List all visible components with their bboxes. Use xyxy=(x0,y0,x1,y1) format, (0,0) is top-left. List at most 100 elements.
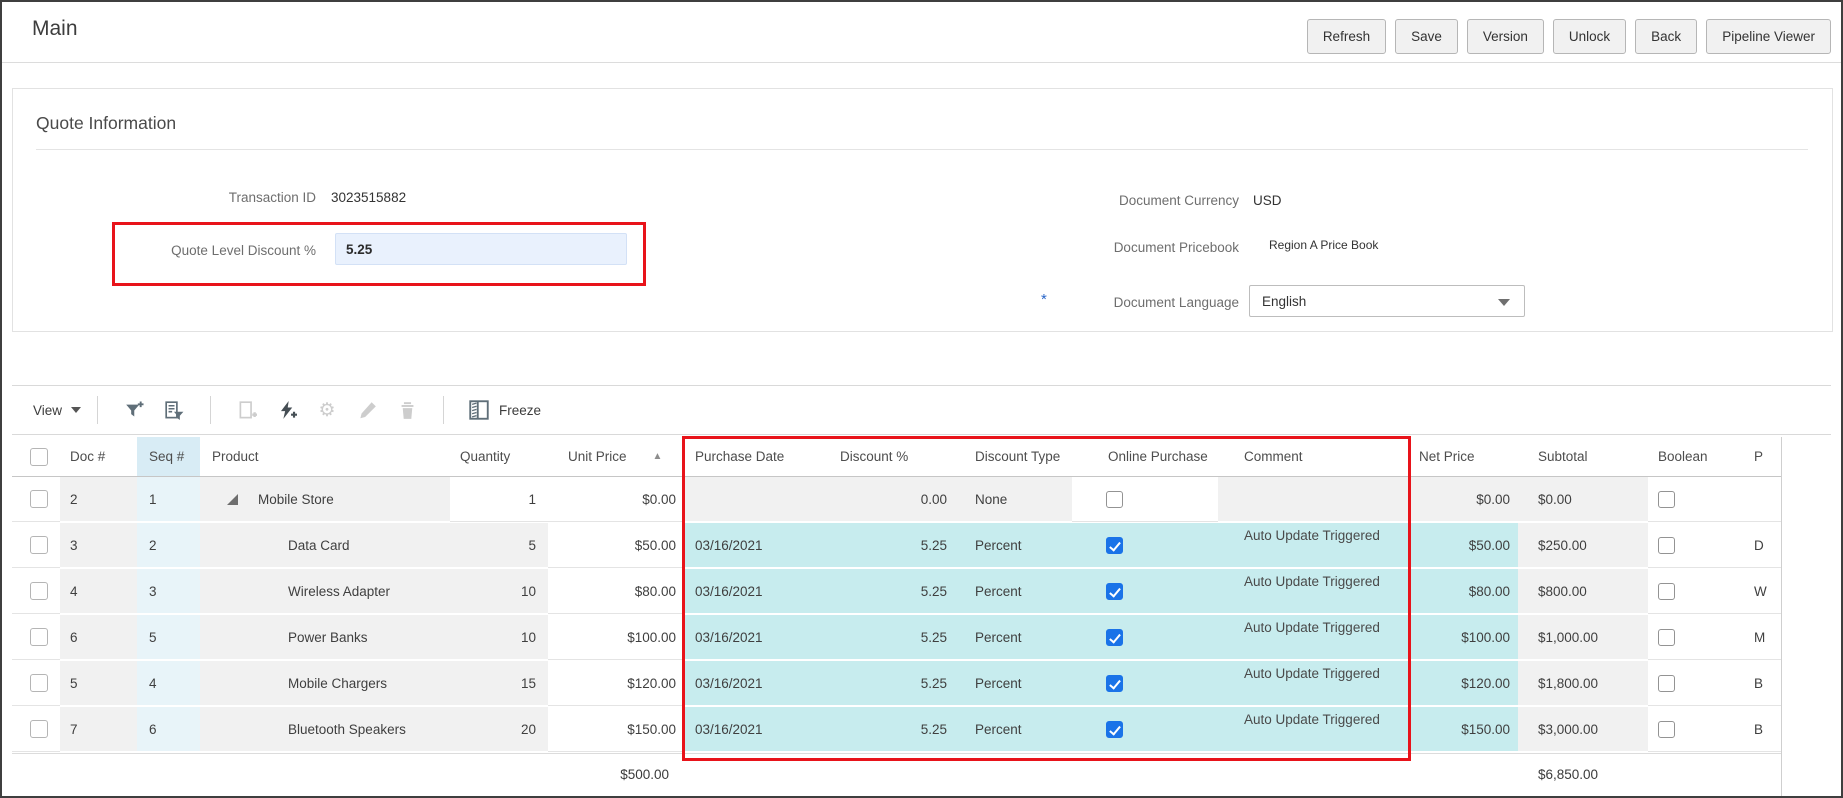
select-all-checkbox[interactable] xyxy=(30,448,48,466)
column-header-discount_type[interactable]: Discount Type xyxy=(955,437,1072,476)
section-divider xyxy=(36,149,1808,150)
boolean-checkbox[interactable] xyxy=(1658,721,1675,738)
product-name: Mobile Chargers xyxy=(288,676,387,691)
cell-unit_price[interactable]: $150.00 xyxy=(548,707,683,752)
cell-discount_pct: 5.25 xyxy=(825,615,955,659)
quote-information-panel: Quote Information Transaction ID 3023515… xyxy=(12,88,1833,332)
cell-seq: 4 xyxy=(137,661,200,705)
column-header-doc[interactable]: Doc # xyxy=(60,437,137,476)
column-header-label: Doc # xyxy=(70,449,105,464)
back-button[interactable]: Back xyxy=(1635,19,1697,54)
column-header-product[interactable]: Product xyxy=(200,437,450,476)
cell-quantity: 20 xyxy=(450,707,548,751)
column-header-label: Discount % xyxy=(840,449,908,464)
topbar-buttons: Refresh Save Version Unlock Back Pipeline Vie… xyxy=(1307,19,1831,54)
column-header-extra[interactable]: P xyxy=(1738,437,1781,476)
settings-icon: ⚙ xyxy=(316,399,338,421)
document-language-label: Document Language xyxy=(1059,295,1239,310)
cell-extra: D xyxy=(1738,523,1781,568)
row-select-checkbox[interactable] xyxy=(30,674,48,692)
refresh-button[interactable]: Refresh xyxy=(1307,19,1386,54)
freeze-icon xyxy=(468,399,490,421)
row-select-checkbox[interactable] xyxy=(30,536,48,554)
boolean-checkbox[interactable] xyxy=(1658,629,1675,646)
pipeline-viewer-button[interactable]: Pipeline Viewer xyxy=(1706,19,1831,54)
freeze-button[interactable]: Freeze xyxy=(468,399,541,421)
boolean-checkbox[interactable] xyxy=(1658,491,1675,508)
row-select-checkbox[interactable] xyxy=(30,628,48,646)
expand-collapse-icon[interactable] xyxy=(227,494,238,505)
filter-criteria-icon[interactable] xyxy=(163,399,185,421)
cell-discount_type: Percent xyxy=(955,569,1072,613)
online-purchase-checkbox[interactable] xyxy=(1106,583,1123,600)
cell-unit_price[interactable]: $120.00 xyxy=(548,661,683,706)
toolbar-separator xyxy=(443,396,444,424)
view-menu-button[interactable]: View xyxy=(33,403,81,418)
row-select-checkbox[interactable] xyxy=(30,720,48,738)
column-header-online_purchase[interactable]: Online Purchase xyxy=(1072,437,1218,476)
online-purchase-checkbox[interactable] xyxy=(1106,491,1123,508)
boolean-checkbox[interactable] xyxy=(1658,675,1675,692)
cell-online_purchase xyxy=(1072,661,1218,705)
cell-purchase_date: 03/16/2021 xyxy=(683,523,825,567)
cell-seq: 5 xyxy=(137,615,200,659)
column-header-boolean[interactable]: Boolean xyxy=(1648,437,1738,476)
table-row: 43Wireless Adapter10$80.0003/16/20215.25… xyxy=(12,569,1781,615)
column-header-label: Quantity xyxy=(460,449,510,464)
cell-sel xyxy=(12,661,60,706)
product-name: Data Card xyxy=(288,538,350,553)
unlock-button[interactable]: Unlock xyxy=(1553,19,1626,54)
cell-unit_price[interactable]: $100.00 xyxy=(548,615,683,660)
cell-quantity[interactable]: 1 xyxy=(450,477,548,522)
document-language-dropdown[interactable]: English xyxy=(1249,285,1525,317)
cell-unit_price[interactable]: $0.00 xyxy=(548,477,683,522)
select-all-header-cell xyxy=(12,437,60,476)
version-button[interactable]: Version xyxy=(1467,19,1544,54)
quote-level-discount-input[interactable] xyxy=(335,233,627,265)
column-header-label: Online Purchase xyxy=(1108,449,1208,464)
row-select-checkbox[interactable] xyxy=(30,490,48,508)
column-header-net_price[interactable]: Net Price xyxy=(1403,437,1518,476)
column-header-unit_price[interactable]: Unit Price▲ xyxy=(548,437,683,476)
add-row-icon xyxy=(236,399,258,421)
cell-discount_pct: 0.00 xyxy=(825,477,955,521)
boolean-checkbox[interactable] xyxy=(1658,537,1675,554)
document-pricebook-value: Region A Price Book xyxy=(1269,238,1378,252)
save-button[interactable]: Save xyxy=(1395,19,1458,54)
column-header-subtotal[interactable]: Subtotal xyxy=(1518,437,1648,476)
online-purchase-checkbox[interactable] xyxy=(1106,629,1123,646)
cell-seq: 2 xyxy=(137,523,200,567)
transaction-id-label: Transaction ID xyxy=(96,190,316,205)
cell-comment: Auto Update Triggered xyxy=(1218,661,1403,705)
online-purchase-checkbox[interactable] xyxy=(1106,675,1123,692)
add-filter-icon[interactable] xyxy=(123,399,145,421)
quick-add-icon[interactable] xyxy=(276,399,298,421)
cell-net_price: $150.00 xyxy=(1403,707,1518,751)
cell-extra: B xyxy=(1738,661,1781,706)
cell-product: Mobile Chargers xyxy=(200,661,450,705)
column-header-comment[interactable]: Comment xyxy=(1218,437,1403,476)
cell-purchase_date xyxy=(683,477,825,521)
row-select-checkbox[interactable] xyxy=(30,582,48,600)
online-purchase-checkbox[interactable] xyxy=(1106,721,1123,738)
transaction-id-value: 3023515882 xyxy=(331,190,406,205)
cell-unit_price[interactable]: $50.00 xyxy=(548,523,683,568)
cell-unit_price[interactable]: $80.00 xyxy=(548,569,683,614)
column-header-purchase_date[interactable]: Purchase Date xyxy=(683,437,825,476)
grid-toolbar: View ⚙ Freeze xyxy=(12,385,1831,435)
cell-quantity: 15 xyxy=(450,661,548,705)
boolean-checkbox[interactable] xyxy=(1658,583,1675,600)
column-header-seq[interactable]: Seq # xyxy=(137,437,200,476)
column-header-quantity[interactable]: Quantity xyxy=(450,437,548,476)
toolbar-separator xyxy=(97,396,98,424)
cell-comment xyxy=(1218,477,1403,521)
product-name: Wireless Adapter xyxy=(288,584,390,599)
cell-comment: Auto Update Triggered xyxy=(1218,569,1403,613)
cell-purchase_date: 03/16/2021 xyxy=(683,707,825,751)
table-row: 54Mobile Chargers15$120.0003/16/20215.25… xyxy=(12,661,1781,707)
online-purchase-checkbox[interactable] xyxy=(1106,537,1123,554)
column-header-discount_pct[interactable]: Discount % xyxy=(825,437,955,476)
column-header-label: Seq # xyxy=(149,449,184,464)
edit-icon xyxy=(356,399,378,421)
cell-subtotal: $1,000.00 xyxy=(1518,615,1648,659)
